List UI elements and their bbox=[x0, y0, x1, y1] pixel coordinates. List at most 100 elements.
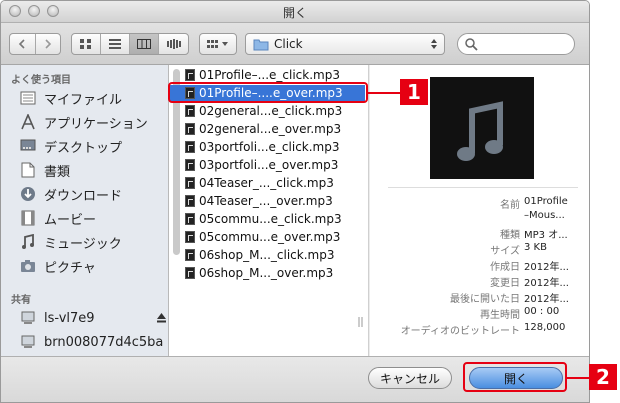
applications-icon bbox=[19, 113, 37, 131]
mp3-file-icon bbox=[185, 177, 195, 189]
mp3-file-icon bbox=[185, 141, 195, 153]
meta-row: オーディオのビットレート 128,000 bbox=[400, 322, 566, 337]
mp3-file-icon bbox=[185, 105, 195, 117]
sidebar-item-label: ls-vl7e9 bbox=[44, 310, 95, 326]
mp3-file-icon bbox=[185, 231, 195, 243]
callout-badge-2: 2 bbox=[589, 364, 617, 390]
back-button[interactable] bbox=[10, 34, 36, 54]
music-icon bbox=[19, 233, 37, 251]
sidebar-item-label: デスクトップ bbox=[44, 140, 123, 156]
path-label: Click bbox=[274, 37, 303, 51]
file-row[interactable]: 02general...e_over.mp3 bbox=[169, 121, 365, 137]
file-name: 03portfoli...e_click.mp3 bbox=[199, 140, 340, 154]
sidebar-item-label: ムービー bbox=[44, 212, 97, 228]
arrange-popup[interactable] bbox=[199, 33, 237, 55]
arrange-button[interactable] bbox=[200, 34, 236, 54]
cover-flow-icon bbox=[166, 39, 181, 49]
meta-row: 変更日 2012年... bbox=[490, 278, 569, 289]
nav-buttons bbox=[9, 33, 61, 55]
file-name: 05commu...e_click.mp3 bbox=[199, 212, 342, 226]
mp3-file-icon bbox=[185, 267, 195, 279]
file-name: 05commu...e_over.mp3 bbox=[199, 230, 341, 244]
column-resize-handle[interactable] bbox=[357, 315, 365, 331]
meta-row: 作成日 2012年... bbox=[490, 262, 569, 273]
computer-icon bbox=[19, 333, 37, 351]
sidebar-item-label: ピクチャ bbox=[44, 260, 96, 276]
callout-connector bbox=[567, 377, 589, 379]
sidebar-item-downloads[interactable]: ダウンロード bbox=[19, 183, 122, 205]
all-my-files-icon bbox=[19, 89, 37, 107]
updown-arrows-icon bbox=[431, 39, 437, 49]
callout-highlight-file bbox=[168, 82, 368, 103]
file-row[interactable]: 03portfoli...e_click.mp3 bbox=[169, 139, 365, 155]
file-name: 06shop_M..._click.mp3 bbox=[199, 248, 335, 262]
file-row[interactable]: 03portfoli...e_over.mp3 bbox=[169, 157, 365, 173]
view-mode-control bbox=[71, 33, 189, 55]
sidebar-item-pictures[interactable]: ピクチャ bbox=[19, 255, 96, 277]
sidebar-item-label: ミュージック bbox=[44, 236, 122, 252]
divider bbox=[388, 187, 578, 188]
title-bar: 開く bbox=[1, 1, 589, 23]
meta-row: 最後に開いた日 2012年... bbox=[450, 294, 569, 305]
meta-row: 種類 MP3 オ... bbox=[500, 230, 568, 241]
file-row[interactable]: 06shop_M..._over.mp3 bbox=[169, 265, 365, 281]
sidebar: よく使う項目 マイファイル アプリケーション デスクトップ 書類 ダウンロード … bbox=[1, 65, 169, 356]
downloads-icon bbox=[19, 185, 37, 203]
sidebar-item-my-files[interactable]: マイファイル bbox=[19, 87, 122, 109]
view-coverflow-button[interactable] bbox=[159, 34, 188, 54]
sidebar-item-label: brn008077d4c5ba bbox=[44, 334, 164, 350]
sidebar-item-movies[interactable]: ムービー bbox=[19, 207, 96, 229]
view-list-button[interactable] bbox=[101, 34, 130, 54]
forward-button[interactable] bbox=[36, 34, 61, 54]
view-columns-button[interactable] bbox=[130, 34, 159, 54]
documents-icon bbox=[19, 161, 37, 179]
sidebar-item-desktop[interactable]: デスクトップ bbox=[19, 135, 122, 157]
file-row[interactable]: 04Teaser_..._click.mp3 bbox=[169, 175, 365, 191]
album-art bbox=[430, 77, 534, 179]
sidebar-item-applications[interactable]: アプリケーション bbox=[19, 111, 148, 133]
sidebar-item-music[interactable]: ミュージック bbox=[19, 231, 122, 253]
sidebar-item-ls-vl7e9[interactable]: ls-vl7e9 bbox=[19, 307, 166, 329]
sidebar-item-label: アプリケーション bbox=[44, 116, 148, 132]
file-name: 02general...e_click.mp3 bbox=[199, 104, 343, 118]
search-field[interactable] bbox=[457, 33, 575, 55]
eject-icon[interactable] bbox=[156, 312, 167, 323]
cancel-button[interactable]: キャンセル bbox=[368, 367, 452, 389]
mp3-file-icon bbox=[185, 195, 195, 207]
meta-row: 名前 01Profile bbox=[500, 196, 568, 211]
meta-row: サイズ 3 KB bbox=[490, 242, 547, 257]
meta-row: –Mous... bbox=[524, 210, 565, 221]
file-row[interactable]: 01Profile–...e_click.mp3 bbox=[169, 67, 365, 83]
folder-icon bbox=[253, 39, 269, 51]
arrange-icon bbox=[207, 40, 228, 48]
sidebar-item-brn008077d4c5ba[interactable]: brn008077d4c5ba bbox=[19, 331, 163, 353]
open-dialog: 開く Click よく使う項目 マイファイル アプリケーション デスクトップ 書… bbox=[0, 0, 590, 403]
music-note-icon bbox=[457, 101, 503, 161]
sidebar-item-label: 書類 bbox=[44, 164, 71, 180]
file-row[interactable]: 05commu...e_click.mp3 bbox=[169, 211, 365, 227]
file-name: 03portfoli...e_over.mp3 bbox=[199, 158, 339, 172]
mp3-file-icon bbox=[185, 213, 195, 225]
file-name: 02general...e_over.mp3 bbox=[199, 122, 342, 136]
mp3-file-icon bbox=[185, 249, 195, 261]
pictures-icon bbox=[19, 257, 37, 275]
list-view-icon bbox=[109, 39, 121, 49]
meta-row: 再生時間 00 : 00 bbox=[480, 306, 560, 321]
file-row[interactable]: 05commu...e_over.mp3 bbox=[169, 229, 365, 245]
movies-icon bbox=[19, 209, 37, 227]
chevron-left-icon bbox=[19, 39, 25, 49]
file-row[interactable]: 02general...e_click.mp3 bbox=[169, 103, 365, 119]
sidebar-item-label: ダウンロード bbox=[44, 188, 123, 204]
path-popup[interactable]: Click bbox=[245, 33, 445, 55]
mp3-file-icon bbox=[185, 69, 195, 81]
search-icon bbox=[465, 38, 478, 51]
preview-pane: 名前 01Profile –Mous... 種類 MP3 オ... サイズ 3 KB … bbox=[370, 65, 589, 356]
window-title: 開く bbox=[282, 6, 307, 20]
file-row[interactable]: 04Teaser_..._over.mp3 bbox=[169, 193, 365, 209]
file-name: 04Teaser_..._over.mp3 bbox=[199, 194, 333, 208]
file-name: 04Teaser_..._click.mp3 bbox=[199, 176, 334, 190]
view-icons-button[interactable] bbox=[72, 34, 101, 54]
sidebar-item-documents[interactable]: 書類 bbox=[19, 159, 70, 181]
file-row[interactable]: 06shop_M..._click.mp3 bbox=[169, 247, 365, 263]
icon-view-icon bbox=[80, 39, 91, 49]
